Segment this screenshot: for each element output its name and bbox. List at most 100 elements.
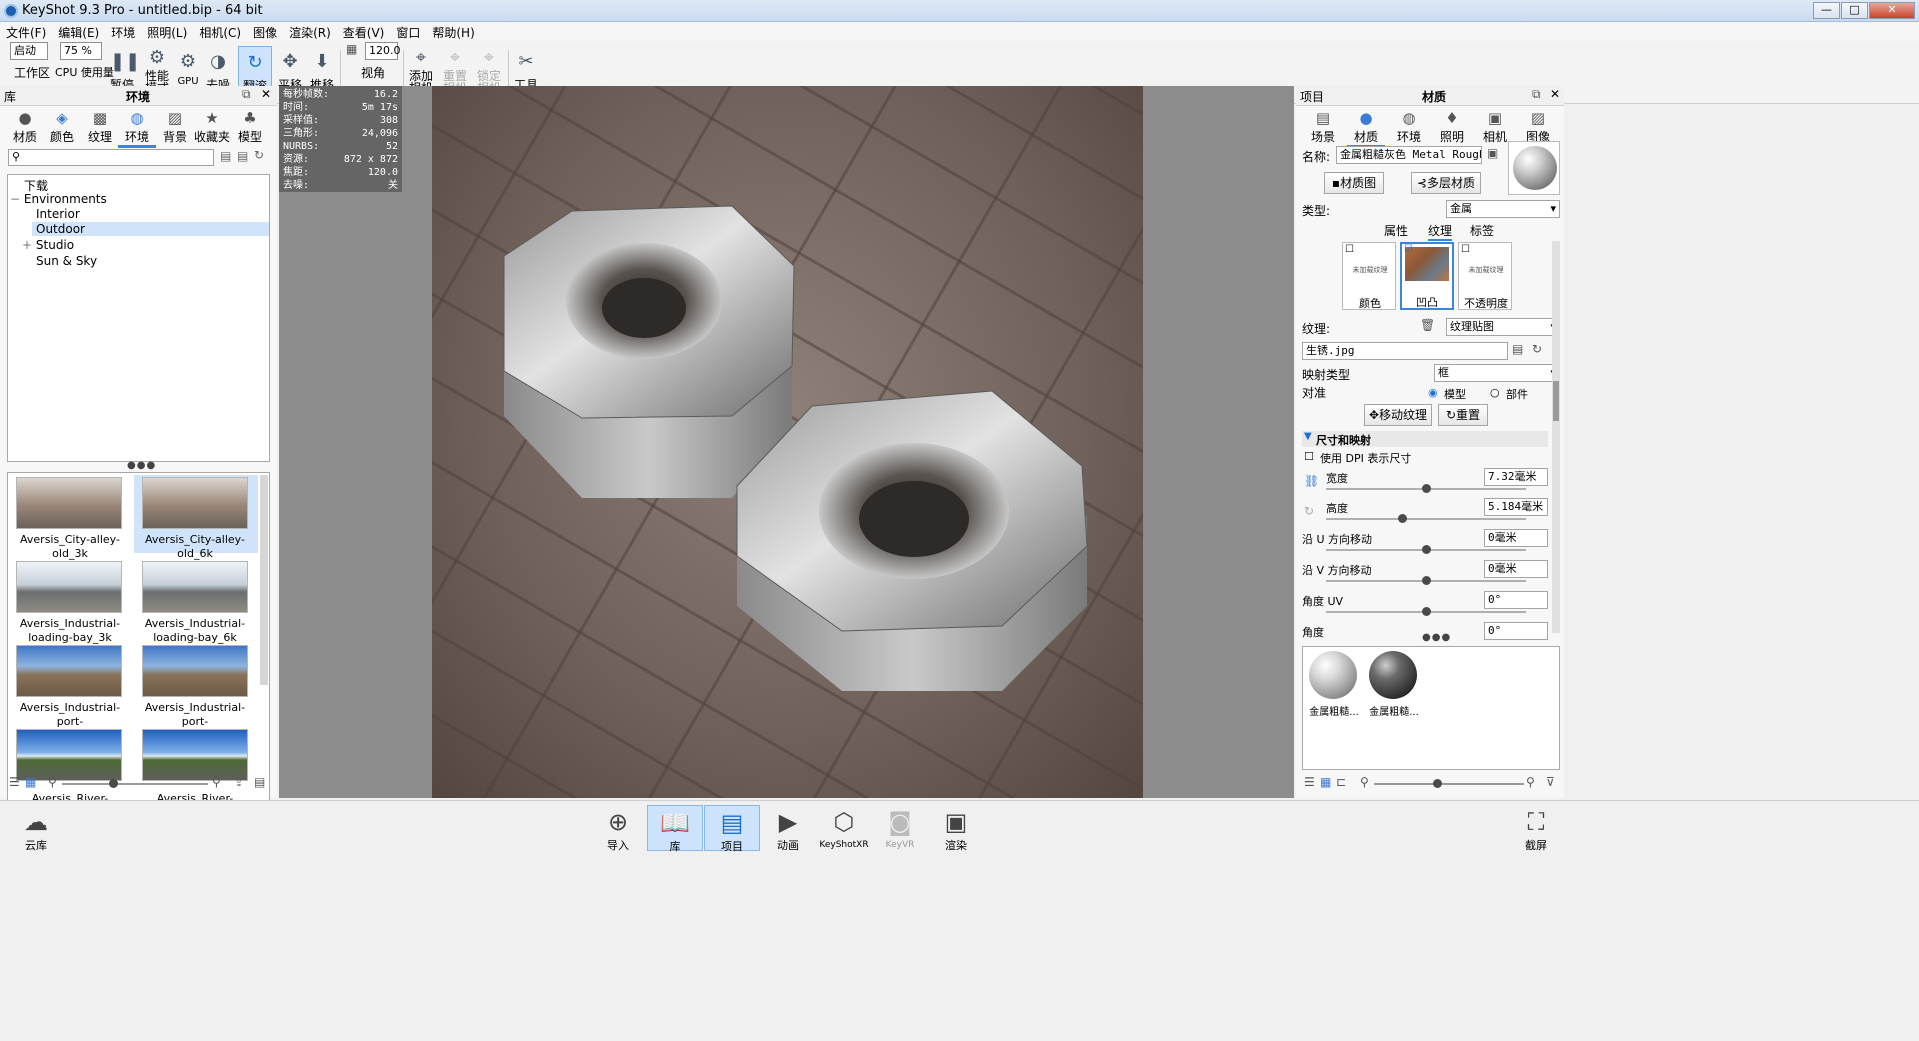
maximize-button[interactable]: □: [1841, 2, 1868, 19]
thumbnail-size-slider[interactable]: [62, 783, 208, 785]
slider-knob[interactable]: [1422, 576, 1431, 585]
upload-icon[interactable]: ⇪: [234, 775, 244, 789]
tab-lighting[interactable]: ♦ 照明: [1433, 108, 1471, 145]
slider-knob[interactable]: [109, 779, 118, 788]
menu-window[interactable]: 窗口: [390, 22, 426, 43]
tab-materials[interactable]: ● 材质: [6, 108, 44, 145]
grid-view-icon[interactable]: ▦: [25, 775, 36, 789]
scrollbar[interactable]: [1552, 241, 1560, 633]
material-graph-button[interactable]: ▪材质图: [1324, 172, 1384, 194]
env-thumb[interactable]: [16, 645, 122, 697]
section-size-mapping[interactable]: ▼ 尺寸和映射: [1302, 431, 1548, 447]
menu-image[interactable]: 图像: [247, 22, 283, 43]
import-button[interactable]: ⊕ 导入: [590, 805, 646, 852]
env-thumb[interactable]: [142, 561, 248, 613]
tab-image[interactable]: ▨ 图像: [1519, 108, 1557, 145]
tab-camera[interactable]: ▣ 相机: [1476, 108, 1514, 145]
texture-slot-bump[interactable]: ☑ 凹凸: [1400, 242, 1454, 310]
slot-checkbox[interactable]: ☐: [1461, 244, 1470, 255]
slider-knob[interactable]: [1422, 545, 1431, 554]
texture-slot-opacity[interactable]: ☐ 未加载纹理 不透明度: [1458, 242, 1512, 310]
reset-texture-button[interactable]: ↻重置: [1438, 404, 1488, 426]
add-folder-icon[interactable]: ▤: [237, 149, 248, 163]
texture-slot-color[interactable]: ☐ 未加载纹理 颜色: [1342, 242, 1396, 310]
undock-icon[interactable]: ⧉: [1532, 87, 1541, 102]
keyvr-button[interactable]: ◙ KeyVR: [872, 805, 928, 851]
slot-checkbox[interactable]: ☐: [1345, 244, 1354, 255]
zoom-out-icon[interactable]: ⚲: [48, 775, 57, 789]
close-panel-icon[interactable]: ✕: [261, 87, 271, 101]
library-button[interactable]: 📖 库: [647, 805, 703, 853]
tab-scene[interactable]: ▤ 场景: [1304, 108, 1342, 145]
multi-material-button[interactable]: ⊰多层材质: [1411, 172, 1481, 194]
link-icon[interactable]: ⛓: [1304, 474, 1319, 488]
menu-render[interactable]: 渲染(R): [283, 22, 337, 43]
subtab-properties[interactable]: 属性: [1384, 222, 1408, 239]
zoom-in-icon[interactable]: ⚲: [212, 775, 221, 789]
env-thumb-selected[interactable]: [142, 477, 248, 529]
env-thumb[interactable]: [16, 561, 122, 613]
grid-view-icon[interactable]: ▦: [1320, 775, 1331, 789]
scrollbar-thumb[interactable]: [1553, 381, 1559, 421]
open-file-icon[interactable]: ▤: [1512, 342, 1523, 356]
tab-textures[interactable]: ▩ 纹理: [81, 108, 119, 145]
subtab-textures[interactable]: 纹理: [1428, 222, 1453, 241]
refresh-icon[interactable]: ↻: [254, 148, 264, 162]
slot-checkbox-checked[interactable]: ☑: [1404, 244, 1413, 255]
slider-knob[interactable]: [1398, 514, 1407, 523]
dpi-checkbox[interactable]: ☐: [1304, 450, 1314, 463]
project-button[interactable]: ▤ 项目: [704, 805, 760, 853]
trash-icon[interactable]: 🗑: [1420, 318, 1435, 332]
tab-backplates[interactable]: ▨ 背景: [156, 108, 194, 145]
tab-colors[interactable]: ◈ 颜色: [43, 108, 81, 145]
menu-environment[interactable]: 环境: [105, 22, 141, 43]
param-slider[interactable]: [1326, 518, 1526, 520]
splitter-handle[interactable]: ●●●: [1422, 632, 1451, 643]
fov-input[interactable]: 120.0: [365, 42, 401, 60]
tree-view-icon[interactable]: ⊏: [1336, 775, 1346, 789]
list-view-icon[interactable]: ☰: [9, 775, 20, 789]
tree-item-interior[interactable]: Interior: [36, 207, 80, 221]
subtab-labels[interactable]: 标签: [1470, 222, 1494, 239]
workspace-select[interactable]: 启动: [10, 42, 48, 60]
param-value-input[interactable]: 0毫米: [1484, 560, 1548, 578]
close-button[interactable]: ✕: [1869, 2, 1915, 19]
reload-icon[interactable]: ↻: [1532, 342, 1542, 356]
radio-selected[interactable]: ◉: [1428, 386, 1438, 399]
slider-knob[interactable]: [1422, 484, 1431, 493]
radio-unselected[interactable]: ○: [1490, 386, 1500, 399]
cpu-usage-select[interactable]: 75 %: [60, 42, 102, 60]
material-swatch[interactable]: [1309, 651, 1357, 699]
slider-knob[interactable]: [1433, 779, 1442, 788]
splitter-handle[interactable]: ●●●: [127, 460, 156, 471]
open-folder-icon[interactable]: ▤: [220, 149, 231, 163]
env-thumb[interactable]: [142, 645, 248, 697]
screenshot-button[interactable]: ⛶ 截屏: [1508, 805, 1564, 852]
tree-item-environments[interactable]: − Environments: [10, 192, 107, 206]
tab-environments[interactable]: ◍ 环境: [118, 108, 156, 148]
swatch-size-slider[interactable]: [1374, 783, 1524, 785]
list-view-icon[interactable]: ☰: [1304, 775, 1315, 789]
zoom-in-icon[interactable]: ⚲: [1526, 775, 1535, 789]
material-type-select[interactable]: 金属 ▾: [1446, 200, 1560, 218]
material-swatch[interactable]: [1369, 651, 1417, 699]
env-thumb[interactable]: [16, 477, 122, 529]
param-value-input[interactable]: 7.32毫米: [1484, 468, 1548, 486]
menu-camera[interactable]: 相机(C): [193, 22, 247, 43]
menu-edit[interactable]: 编辑(E): [52, 22, 105, 43]
param-value-input[interactable]: 0°: [1484, 591, 1548, 609]
zoom-out-icon[interactable]: ⚲: [1360, 775, 1369, 789]
library-search-input[interactable]: ⚲: [8, 149, 214, 166]
texture-type-select[interactable]: 纹理贴图▾: [1446, 318, 1560, 336]
menu-lighting[interactable]: 照明(L): [141, 22, 193, 43]
minimize-button[interactable]: —: [1813, 2, 1840, 19]
material-name-input[interactable]: 金属粗糙灰色 Metal Rough Grey: [1336, 146, 1482, 164]
texture-file-input[interactable]: 生锈.jpg: [1302, 342, 1508, 360]
tab-favorites[interactable]: ★ 收藏夹: [193, 108, 231, 145]
filter-icon[interactable]: ⊽: [1546, 775, 1555, 789]
param-value-input[interactable]: 0毫米: [1484, 529, 1548, 547]
save-material-icon[interactable]: ▣: [1487, 146, 1498, 160]
render-button[interactable]: ▣ 渲染: [928, 805, 984, 852]
close-panel-icon[interactable]: ✕: [1550, 87, 1560, 101]
tab-material[interactable]: ● 材质: [1347, 108, 1385, 148]
